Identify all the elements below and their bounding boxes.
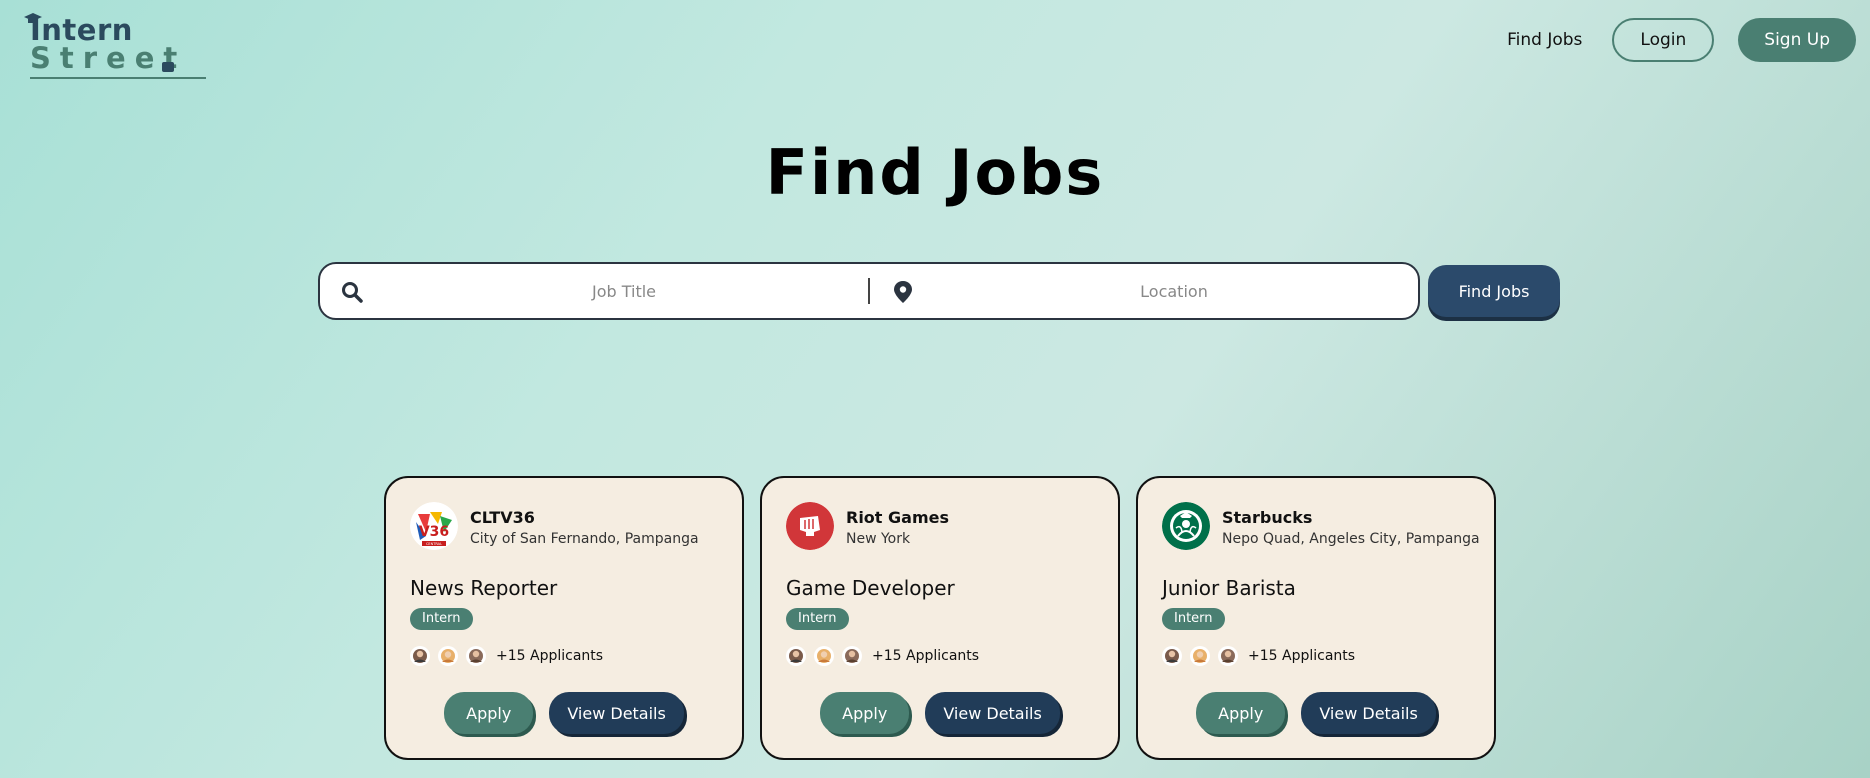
cltv36-logo: V36 CENTRAL: [410, 502, 458, 550]
page-title: Find Jobs: [765, 136, 1105, 209]
job-title-input[interactable]: [320, 264, 868, 318]
job-card: V36 CENTRAL CLTV36 City of San Fernando,…: [384, 476, 744, 760]
applicants-count: +15 Applicants: [872, 648, 980, 664]
job-type-badge: Intern: [1162, 608, 1225, 630]
nav-find-jobs-link[interactable]: Find Jobs: [1507, 30, 1582, 50]
applicants-count: +15 Applicants: [496, 648, 604, 664]
job-title: News Reporter: [410, 576, 558, 600]
job-card: Starbucks Nepo Quad, Angeles City, Pampa…: [1136, 476, 1496, 760]
avatar: [1190, 646, 1210, 666]
applicants-row: +15 Applicants: [410, 646, 603, 666]
search-icon: [342, 282, 363, 303]
card-actions: Apply View Details: [1138, 692, 1494, 734]
starbucks-logo: [1162, 502, 1210, 550]
card-actions: Apply View Details: [762, 692, 1118, 734]
svg-text:V36: V36: [419, 524, 449, 540]
applicants-row: +15 Applicants: [1162, 646, 1355, 666]
briefcase-icon: [162, 62, 174, 72]
view-details-button[interactable]: View Details: [925, 692, 1060, 734]
job-title: Game Developer: [786, 576, 955, 600]
job-title: Junior Barista: [1162, 576, 1296, 600]
applicants-row: +15 Applicants: [786, 646, 979, 666]
job-title-field: [320, 264, 868, 318]
job-type-badge: Intern: [786, 608, 849, 630]
company-location: New York: [846, 531, 911, 547]
signup-button[interactable]: Sign Up: [1738, 18, 1856, 62]
company-name: Starbucks: [1222, 508, 1313, 527]
apply-button[interactable]: Apply: [1196, 692, 1286, 734]
company-name: CLTV36: [470, 508, 535, 527]
top-nav: Find Jobs Login Sign Up: [1507, 18, 1856, 62]
avatar: [438, 646, 458, 666]
job-card: Riot Games New York Game Developer Inter…: [760, 476, 1120, 760]
company-location: Nepo Quad, Angeles City, Pampanga: [1222, 531, 1480, 547]
avatar: [1162, 646, 1182, 666]
apply-button[interactable]: Apply: [820, 692, 910, 734]
avatar: [842, 646, 862, 666]
avatar: [786, 646, 806, 666]
avatar: [466, 646, 486, 666]
location-field: [870, 264, 1418, 318]
find-jobs-button[interactable]: Find Jobs: [1428, 265, 1560, 317]
search-bar: [318, 262, 1420, 320]
card-actions: Apply View Details: [386, 692, 742, 734]
avatar: [814, 646, 834, 666]
avatar: [410, 646, 430, 666]
applicants-count: +15 Applicants: [1248, 648, 1356, 664]
apply-button[interactable]: Apply: [444, 692, 534, 734]
company-location: City of San Fernando, Pampanga: [470, 531, 699, 547]
job-type-badge: Intern: [410, 608, 473, 630]
login-button[interactable]: Login: [1612, 18, 1715, 62]
riot-games-logo: [786, 502, 834, 550]
map-pin-icon: [894, 281, 912, 303]
company-name: Riot Games: [846, 508, 949, 527]
location-input[interactable]: [870, 264, 1418, 318]
logo-underline: [30, 77, 206, 79]
view-details-button[interactable]: View Details: [549, 692, 684, 734]
view-details-button[interactable]: View Details: [1301, 692, 1436, 734]
site-logo[interactable]: Intern Street: [24, 10, 206, 79]
cltv36-logo-wordmark: CENTRAL: [426, 542, 442, 546]
avatar: [1218, 646, 1238, 666]
job-list: V36 CENTRAL CLTV36 City of San Fernando,…: [384, 476, 1496, 760]
